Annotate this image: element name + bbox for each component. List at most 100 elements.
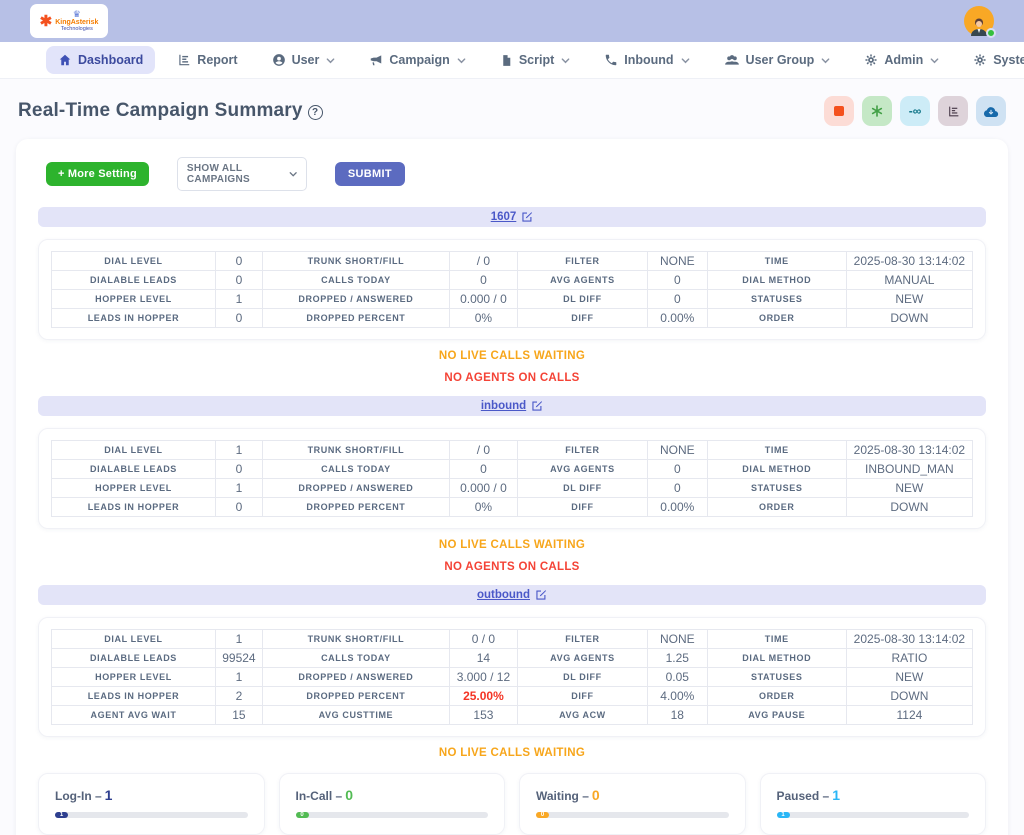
- gear-icon: [864, 53, 878, 67]
- stat-value-cell: 0.00%: [647, 309, 707, 328]
- nav-item-inbound[interactable]: Inbound: [592, 46, 701, 74]
- nav-item-admin[interactable]: Admin: [852, 46, 951, 74]
- asterisk-icon: [870, 104, 884, 118]
- stat-value-cell: INBOUND_MAN: [846, 460, 972, 479]
- megaphone-icon: [369, 53, 383, 67]
- link-infinity-button[interactable]: -∞: [900, 96, 930, 126]
- agent-stat-cards: Log-In –1 1 In-Call –0 0 Waiting –0 0 Pa…: [38, 773, 986, 835]
- stat-label-cell: FILTER: [518, 252, 648, 271]
- stat-label-cell: ORDER: [707, 498, 846, 517]
- stat-value: 1: [105, 787, 113, 803]
- stop-button[interactable]: [824, 96, 854, 126]
- stat-value-cell: 0: [647, 460, 707, 479]
- nav-item-system[interactable]: System: [961, 46, 1024, 74]
- edit-campaign-icon[interactable]: [535, 589, 547, 601]
- stat-value-cell: DOWN: [846, 687, 972, 706]
- stat-value-cell: DOWN: [846, 309, 972, 328]
- brand-subtitle: Technologies: [61, 27, 93, 33]
- stat-value: 1: [832, 787, 840, 803]
- stat-label-cell: HOPPER LEVEL: [52, 290, 216, 309]
- edit-icon-glyph: [521, 211, 533, 223]
- stat-label-cell: DROPPED / ANSWERED: [262, 290, 449, 309]
- report-log-button[interactable]: [938, 96, 968, 126]
- campaign-link[interactable]: outbound: [477, 589, 530, 601]
- campaign-stats-table: DIAL LEVEL1TRUNK SHORT/FILL0 / 0FILTERNO…: [51, 629, 973, 725]
- cloud-download-button[interactable]: [976, 96, 1006, 126]
- brand-logo[interactable]: ✱ ♛ KingAsterisk Technologies: [30, 4, 108, 38]
- campaign-link[interactable]: inbound: [481, 400, 526, 412]
- stat-label-cell: DIAL METHOD: [707, 649, 846, 668]
- stat-value-cell: 1: [215, 630, 262, 649]
- stat-label-cell: CALLS TODAY: [262, 460, 449, 479]
- stat-label-cell: AVG AGENTS: [518, 271, 648, 290]
- chart-report-icon: [947, 105, 960, 118]
- nav-item-dashboard[interactable]: Dashboard: [46, 46, 155, 74]
- stat-label-cell: STATUSES: [707, 290, 846, 309]
- stat-value-cell: 0: [215, 460, 262, 479]
- home-icon: [58, 53, 72, 67]
- stat-progress-bar: 0: [296, 812, 489, 818]
- stat-label-cell: LEADS IN HOPPER: [52, 309, 216, 328]
- stat-value-cell: 0: [215, 252, 262, 271]
- campaign-section-header: outbound: [38, 585, 986, 605]
- stat-label-cell: AGENT AVG WAIT: [52, 706, 216, 725]
- campaign-stats-table: DIAL LEVEL1TRUNK SHORT/FILL/ 0FILTERNONE…: [51, 440, 973, 517]
- stat-label: In-Call –: [296, 789, 343, 803]
- stat-value-cell: 99524: [215, 649, 262, 668]
- stat-value-cell: 2025-08-30 13:14:02: [846, 441, 972, 460]
- stat-label-cell: DROPPED PERCENT: [262, 309, 449, 328]
- chevron-down-icon: [289, 169, 297, 179]
- more-setting-button[interactable]: + More Setting: [46, 162, 149, 186]
- stat-value-cell: 0: [449, 460, 517, 479]
- help-icon[interactable]: ?: [308, 105, 323, 120]
- stat-label-cell: ORDER: [707, 687, 846, 706]
- stat-progress-fill: 1: [55, 812, 68, 818]
- asterisk-button[interactable]: [862, 96, 892, 126]
- edit-campaign-icon[interactable]: [521, 211, 533, 223]
- stat-label-cell: DIALABLE LEADS: [52, 649, 216, 668]
- campaign-sections: 1607 DIAL LEVEL 0 TRUNK SHORT/FILL / 0 FILTER…: [36, 207, 988, 759]
- nav-item-report[interactable]: Report: [165, 46, 249, 74]
- stat-label-cell: DIAL LEVEL: [52, 630, 216, 649]
- stat-label-cell: CALLS TODAY: [262, 649, 449, 668]
- chevron-down-icon: [930, 56, 939, 65]
- asterisk-logo-icon: ✱: [40, 14, 53, 29]
- stat-label: Log-In –: [55, 789, 102, 803]
- stat-label-cell: TRUNK SHORT/FILL: [262, 630, 449, 649]
- cloud-download-icon: [983, 105, 999, 118]
- stat-value-cell: 4.00%: [647, 687, 707, 706]
- campaign-section-header: inbound: [38, 396, 986, 416]
- nav-item-user[interactable]: User: [260, 46, 348, 74]
- stat-progress-fill: 0: [536, 812, 549, 818]
- stat-value-cell: 0%: [449, 309, 517, 328]
- edit-icon-glyph: [531, 400, 543, 412]
- table-row: DIAL LEVEL1TRUNK SHORT/FILL/ 0FILTERNONE…: [52, 441, 973, 460]
- table-row: HOPPER LEVEL1DROPPED / ANSWERED3.000 / 1…: [52, 668, 973, 687]
- submit-button[interactable]: SUBMIT: [335, 162, 405, 186]
- stat-value-cell: 2025-08-30 13:14:02: [846, 252, 972, 271]
- campaign-link[interactable]: 1607: [491, 211, 517, 223]
- stat-value-cell: 18: [647, 706, 707, 725]
- table-row: LEADS IN HOPPER0DROPPED PERCENT0%DIFF0.0…: [52, 498, 973, 517]
- user-avatar[interactable]: [964, 6, 994, 36]
- table-row: DIALABLE LEADS99524CALLS TODAY14AVG AGEN…: [52, 649, 973, 668]
- edit-campaign-icon[interactable]: [531, 400, 543, 412]
- nav-item-script[interactable]: Script: [488, 46, 582, 74]
- campaign-select[interactable]: SHOW ALL CAMPAIGNS: [177, 157, 307, 191]
- status-message: NO AGENTS ON CALLS: [36, 372, 988, 384]
- stat-progress-fill: 1: [777, 812, 790, 818]
- stat-progress-bar: 1: [777, 812, 970, 818]
- stat-value-cell: DOWN: [846, 498, 972, 517]
- nav-item-user-group[interactable]: User Group: [712, 46, 843, 74]
- stat-label-cell: AVG AGENTS: [518, 460, 648, 479]
- stat-label: Paused –: [777, 789, 830, 803]
- stat-card-login: Log-In –1 1: [38, 773, 265, 835]
- campaign-section-header: 1607: [38, 207, 986, 227]
- table-row: DIALABLE LEADS0CALLS TODAY0AVG AGENTS0DI…: [52, 460, 973, 479]
- stat-value-cell: / 0: [449, 441, 517, 460]
- stat-label-cell: TIME: [707, 630, 846, 649]
- dashboard-card: + More Setting SHOW ALL CAMPAIGNS SUBMIT…: [16, 139, 1008, 835]
- stat-label-cell: LEADS IN HOPPER: [52, 687, 216, 706]
- stat-value-cell: 0: [647, 271, 707, 290]
- nav-item-campaign[interactable]: Campaign: [357, 46, 477, 74]
